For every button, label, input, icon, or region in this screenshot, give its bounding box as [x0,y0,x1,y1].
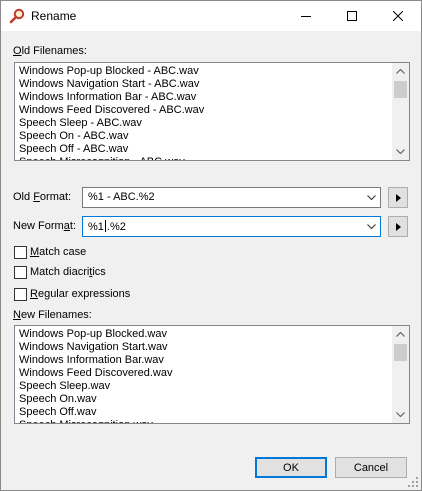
magnifier-icon [9,8,25,24]
new-format-label: New Format: [13,220,76,232]
old-filenames-scrollbar[interactable] [392,63,409,160]
new-format-menu-button[interactable] [388,216,408,237]
regular-expressions-checkbox[interactable] [14,288,27,301]
resize-grip-icon[interactable] [408,477,418,487]
triangle-right-icon [396,194,401,202]
new-format-value: %1 .%2 [88,220,126,233]
chevron-up-icon [396,332,405,337]
list-item[interactable]: Speech Misrecognition.wav [19,419,391,423]
cancel-button[interactable]: Cancel [335,457,407,478]
minimize-icon [301,16,311,17]
chevron-down-icon [367,195,376,200]
rename-dialog: Rename Old Filenames: Windows Pop-up Blo… [0,0,422,491]
match-case-label[interactable]: Match case [30,246,86,258]
scroll-thumb[interactable] [394,81,407,98]
match-case-checkbox[interactable] [14,246,27,259]
new-filenames-list[interactable]: Windows Pop-up Blocked.wav Windows Naviga… [14,325,410,424]
new-filenames-label: New Filenames: [13,309,92,321]
window-title: Rename [31,9,77,23]
list-item[interactable]: Windows Information Bar - ABC.wav [19,91,391,104]
list-item[interactable]: Windows Feed Discovered.wav [19,367,391,380]
list-item[interactable]: Speech Sleep - ABC.wav [19,117,391,130]
title-bar[interactable]: Rename [1,1,421,31]
old-format-value: %1 - ABC.%2 [88,191,155,203]
close-button[interactable] [375,1,421,31]
match-diacritics-label[interactable]: Match diacritics [30,266,106,278]
list-item[interactable]: Speech On - ABC.wav [19,130,391,143]
list-item[interactable]: Windows Navigation Start - ABC.wav [19,78,391,91]
triangle-right-icon [396,223,401,231]
list-item[interactable]: Windows Pop-up Blocked.wav [19,328,391,341]
match-diacritics-checkbox[interactable] [14,266,27,279]
list-item[interactable]: Speech Misrecognition - ABC.wav [19,156,391,160]
scroll-down-button[interactable] [392,406,409,423]
new-filenames-scrollbar[interactable] [392,326,409,423]
chevron-down-icon [396,412,405,417]
list-item[interactable]: Windows Navigation Start.wav [19,341,391,354]
new-format-dropdown-button[interactable] [363,217,380,236]
list-item[interactable]: Speech Off - ABC.wav [19,143,391,156]
chevron-down-icon [367,224,376,229]
scroll-down-button[interactable] [392,143,409,160]
old-format-dropdown-button[interactable] [363,188,380,207]
chevron-up-icon [396,69,405,74]
scroll-up-button[interactable] [392,326,409,343]
chevron-down-icon [396,149,405,154]
text-caret [104,220,106,232]
old-format-combo[interactable]: %1 - ABC.%2 [82,187,381,208]
list-item[interactable]: Speech Off.wav [19,406,391,419]
scroll-up-button[interactable] [392,63,409,80]
list-item[interactable]: Speech Sleep.wav [19,380,391,393]
old-format-label: Old Format: [13,191,72,203]
scroll-thumb[interactable] [394,344,407,361]
list-item[interactable]: Speech On.wav [19,393,391,406]
old-filenames-label: Old Filenames: [13,45,87,57]
list-item[interactable]: Windows Feed Discovered - ABC.wav [19,104,391,117]
list-item[interactable]: Windows Information Bar.wav [19,354,391,367]
list-item[interactable]: Windows Pop-up Blocked - ABC.wav [19,65,391,78]
regular-expressions-label[interactable]: Regular expressions [30,288,130,300]
minimize-button[interactable] [283,1,329,31]
old-format-menu-button[interactable] [388,187,408,208]
ok-button[interactable]: OK [255,457,327,478]
maximize-button[interactable] [329,1,375,31]
close-icon [393,11,403,21]
new-format-combo[interactable]: %1 .%2 [82,216,381,237]
maximize-icon [347,11,357,21]
old-filenames-list[interactable]: Windows Pop-up Blocked - ABC.wav Windows … [14,62,410,161]
